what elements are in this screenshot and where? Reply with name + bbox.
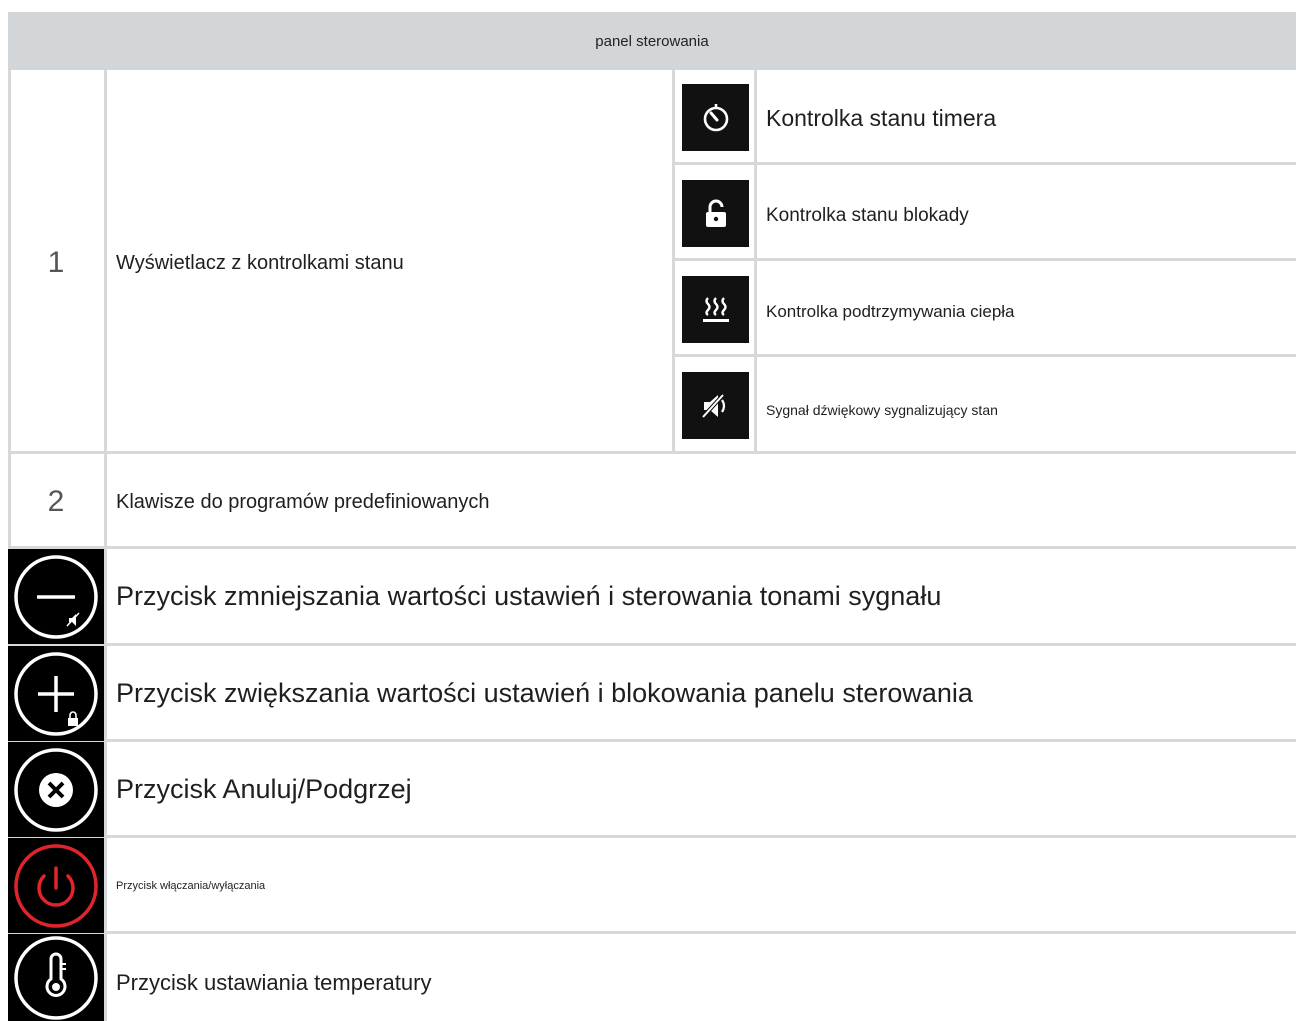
button-label-cancel: Przycisk Anuluj/Podgrzej: [116, 774, 412, 804]
keep-warm-icon: [682, 276, 749, 343]
thermometer-icon: [8, 934, 104, 1021]
indicator-label-lock: Kontrolka stanu blokady: [766, 205, 969, 226]
row-label: Wyświetlacz z kontrolkami stanu: [116, 252, 404, 274]
control-panel-table: panel sterowania 1 Wyświetlacz z kontrol…: [8, 12, 1296, 1021]
minus-sound-icon: [8, 549, 104, 644]
grid-line: [8, 835, 1296, 838]
timer-icon: [682, 84, 749, 151]
power-icon: [8, 838, 104, 933]
button-label-power: Przycisk włączania/wyłączania: [116, 880, 266, 892]
table-header-title: panel sterowania: [595, 32, 709, 50]
row-number: 1: [47, 246, 65, 279]
lock-icon: [682, 180, 749, 247]
indicator-label-sound: Sygnał dźwiękowy sygnalizujący stan: [766, 402, 998, 418]
indicator-label-keep-warm: Kontrolka podtrzymywania ciepła: [766, 302, 1015, 321]
grid-line: [754, 70, 757, 452]
cancel-icon: [8, 742, 104, 837]
grid-line: [8, 931, 1296, 934]
plus-lock-icon: [8, 646, 104, 741]
row-number: 2: [47, 485, 65, 518]
grid-line: [8, 451, 1296, 454]
row-label: Klawisze do programów predefiniowanych: [116, 491, 490, 513]
button-label-plus: Przycisk zwiększania wartości ustawień i…: [116, 678, 973, 708]
grid-line: [8, 739, 1296, 742]
grid-line: [672, 70, 675, 452]
grid-line: [8, 546, 1296, 549]
grid-line: [672, 258, 1296, 261]
grid-line: [672, 354, 1296, 357]
indicator-label-timer: Kontrolka stanu timera: [766, 105, 997, 131]
sound-off-icon: [682, 372, 749, 439]
grid-line: [672, 162, 1296, 165]
button-label-minus: Przycisk zmniejszania wartości ustawień …: [116, 581, 942, 611]
button-label-temperature: Przycisk ustawiania temperatury: [116, 970, 432, 995]
grid-line: [8, 643, 1296, 646]
table-header: panel sterowania: [8, 12, 1296, 70]
